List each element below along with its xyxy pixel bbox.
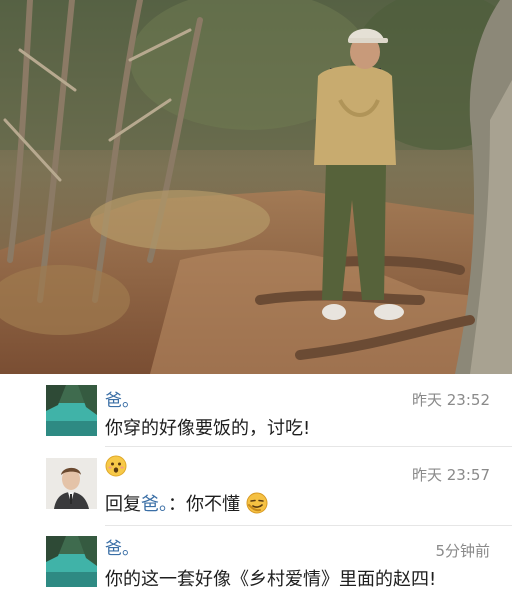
comments-section: 爸。 昨天 23:52 你穿的好像要饭的，讨吃! 昨天 23:57 回复爸。：你… [0, 374, 512, 590]
forest-trail-photo [0, 0, 512, 374]
comment-author[interactable]: 爸。 [105, 534, 139, 559]
man-in-suit-avatar-icon[interactable] [46, 458, 97, 509]
post-photo[interactable] [0, 0, 512, 374]
comment-author[interactable]: 爸。 [105, 386, 139, 411]
divider [105, 525, 512, 526]
lake-landscape-avatar-icon[interactable] [46, 385, 97, 436]
reply-prefix: 回复 [105, 494, 141, 515]
comment-text: 你的这一套好像《乡村爱情》里面的赵四! [105, 569, 437, 590]
lake-landscape-avatar-icon[interactable] [46, 536, 97, 587]
smirk-face-emoji-icon [246, 492, 268, 519]
surprised-face-emoji-icon [105, 455, 127, 482]
comment-time: 昨天 23:52 [412, 391, 490, 409]
reply-to-author[interactable]: 爸。 [141, 494, 168, 515]
divider [105, 446, 512, 447]
comment-time: 5分钟前 [435, 542, 490, 560]
comment-text: 你穿的好像要饭的，讨吃! [105, 418, 311, 439]
reply-text: 回复爸。：你不懂 [105, 490, 268, 519]
comment-time: 昨天 23:57 [412, 466, 490, 484]
reply-body: ：你不懂 [168, 494, 240, 515]
